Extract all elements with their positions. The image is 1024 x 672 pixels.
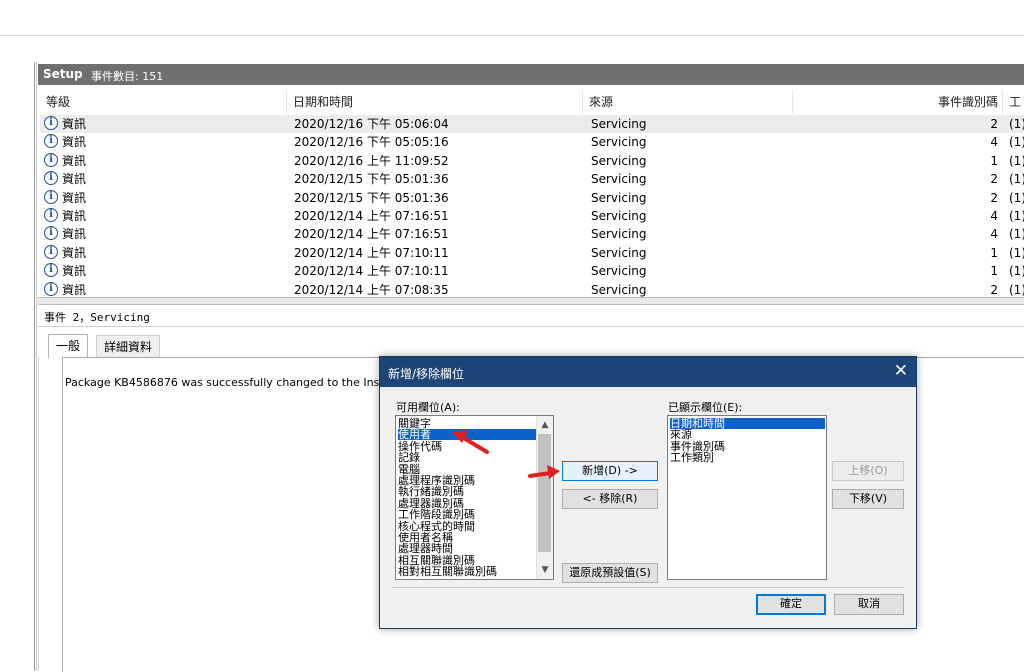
annotation-overlay	[452, 430, 560, 479]
arrow-icon	[528, 465, 560, 479]
arrow-icon	[452, 430, 489, 454]
